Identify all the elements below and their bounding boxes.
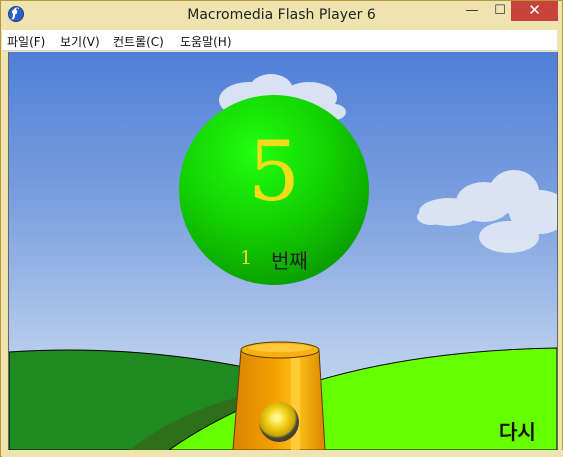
- close-button[interactable]: ✕: [511, 1, 558, 21]
- round-label: 번째: [271, 249, 308, 273]
- title-bar[interactable]: f Macromedia Flash Player 6 — ☐ ✕: [1, 1, 562, 30]
- menu-bar: 파일(F) 보기(V) 컨트롤(C) 도움말(H): [2, 30, 557, 51]
- flash-stage[interactable]: 5 1 번째 다시: [8, 52, 558, 450]
- cloud-right: [417, 170, 557, 253]
- menu-view[interactable]: 보기(V): [60, 33, 100, 50]
- minimize-button[interactable]: —: [457, 1, 487, 21]
- retry-button[interactable]: 다시: [499, 416, 536, 445]
- flash-player-window: f Macromedia Flash Player 6 — ☐ ✕ 파일(F) …: [0, 0, 563, 457]
- ball-number: 5: [247, 125, 301, 220]
- round-count: 1: [240, 247, 253, 269]
- window-bottom-border: [2, 450, 563, 457]
- menu-help[interactable]: 도움말(H): [180, 33, 232, 50]
- menu-control[interactable]: 컨트롤(C): [113, 33, 164, 50]
- fire-button[interactable]: [259, 402, 299, 442]
- menu-file[interactable]: 파일(F): [7, 33, 45, 50]
